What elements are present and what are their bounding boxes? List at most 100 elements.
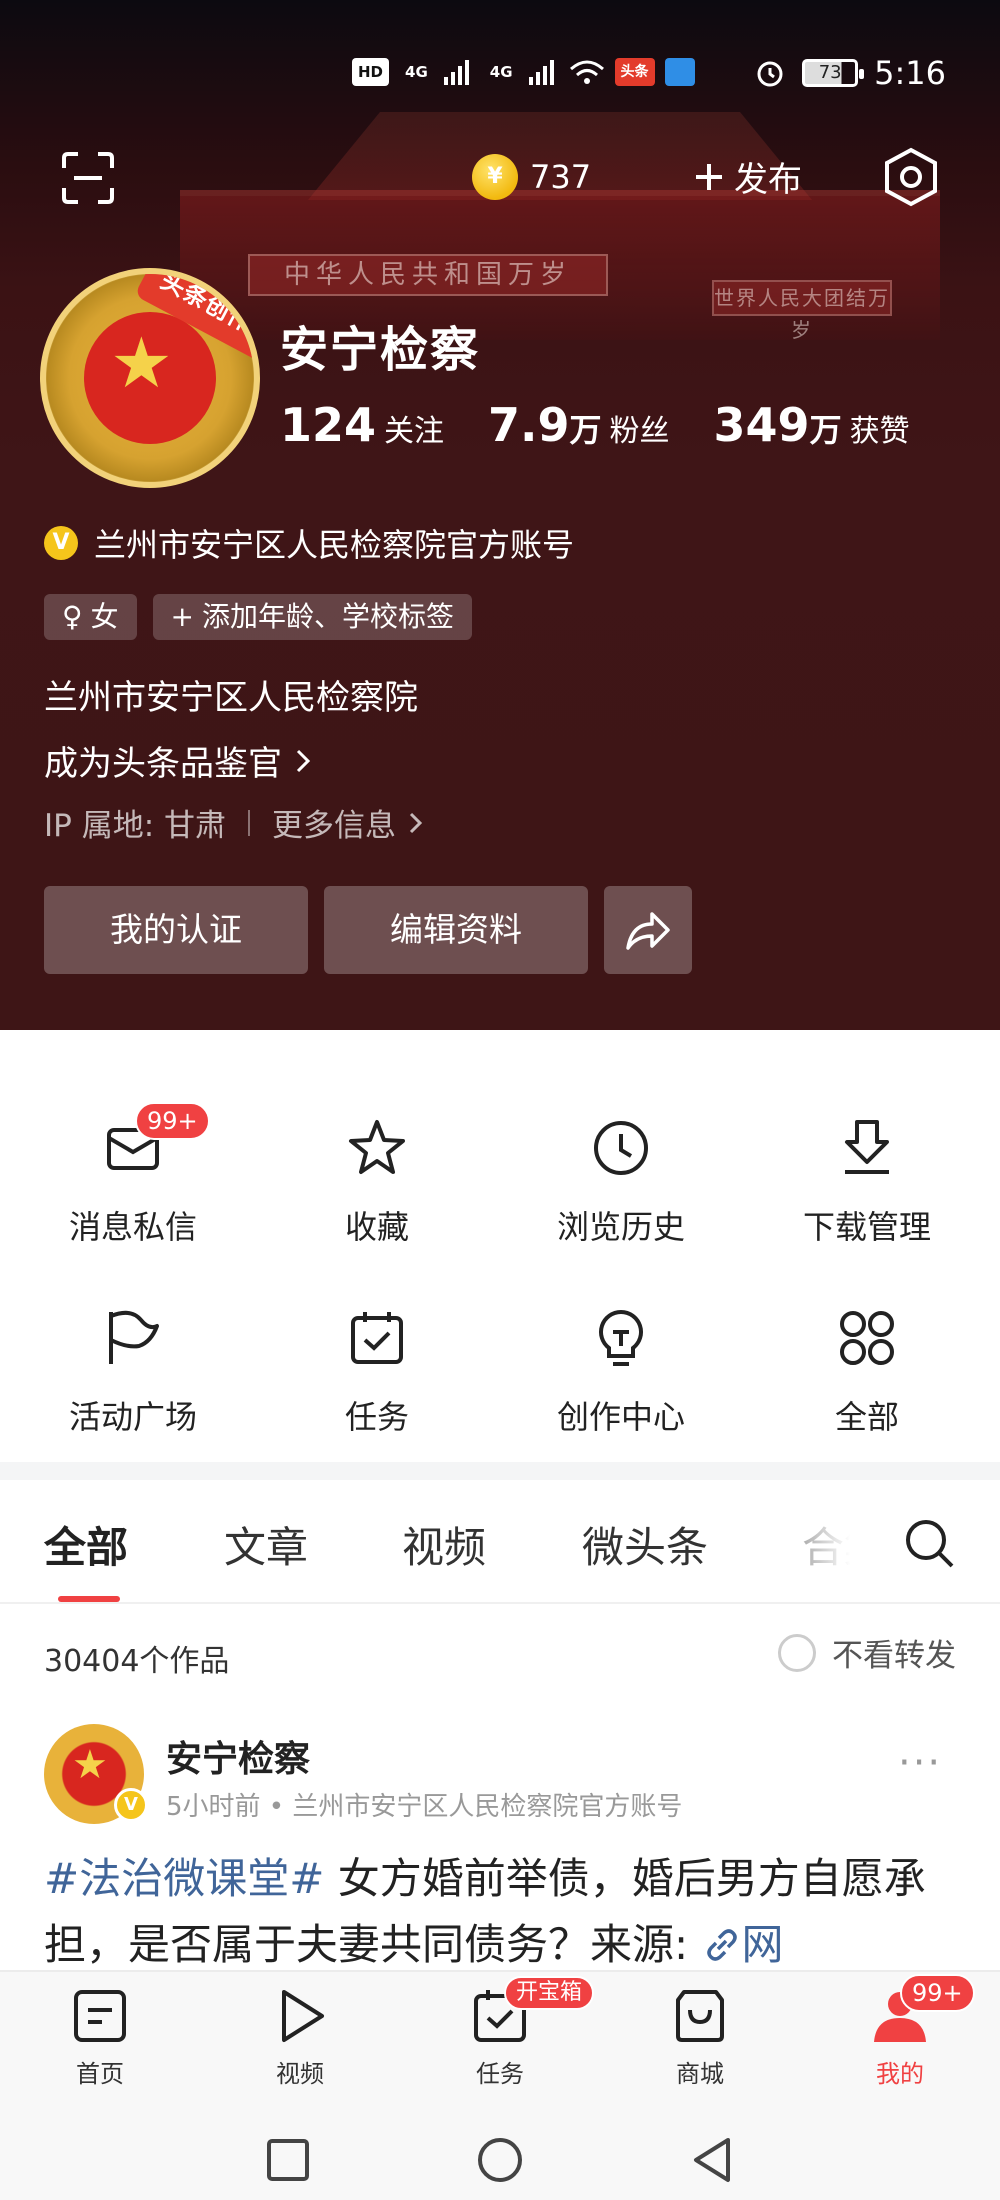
post-meta: 5小时前 • 兰州市安宁区人民检察院官方账号 [166,1792,683,1822]
grid-label: 收藏 [344,1208,409,1246]
radio-button[interactable] [778,1633,816,1672]
nav-video[interactable]: 视频 [200,1986,400,2089]
post-author-name[interactable]: 安宁检察 [166,1730,310,1782]
post-link[interactable]: 网 [702,1920,784,1969]
profile-header: 中华人民共和国万岁 世界人民大团结万岁 HD 4G 4G 头条 73 5:16 … [0,0,1000,1030]
background-banner-left: 中华人民共和国万岁 [248,254,608,296]
calendar-check-icon [351,1312,403,1364]
alarm-icon [757,61,783,87]
grid-label: 任务 [344,1398,409,1436]
more-info-link[interactable]: 更多信息 [272,800,424,845]
quick-access-grid: 99+ 消息私信 收藏 浏览历史 下载管理 活动广场 任务 创作中心 全部 [0,1030,1000,1462]
works-count: 30404个作品 [44,1644,230,1679]
weather-app-icon [664,58,695,86]
ip-location-line: IP 属地: 甘肃 更多信息 [44,800,424,845]
my-certification-button[interactable]: 我的认证 [44,886,308,974]
play-icon [282,1990,324,2042]
post-author-avatar[interactable]: ★ V [44,1724,148,1824]
chevron-right-icon [296,749,311,772]
nav-tasks[interactable]: 开宝箱 任务 [400,1976,600,2089]
profile-badge: 99+ [900,1974,975,2012]
profile-tags: ♀ 女 + 添加年龄、学校标签 [44,594,473,640]
nav-label: 商城 [676,2060,724,2088]
gender-tag[interactable]: ♀ 女 [44,594,137,640]
scan-icon[interactable] [60,150,116,206]
verified-badge-icon: V [44,526,78,560]
star-icon [349,1120,405,1174]
signal-icon [528,60,554,85]
link-icon [706,1929,737,1961]
grid-item-activities[interactable]: 活动广场 [8,1306,258,1438]
treasure-badge: 开宝箱 [504,1976,595,2010]
nav-label: 首页 [76,2060,124,2088]
more-info-label: 更多信息 [272,808,396,844]
tab-micro-posts[interactable]: 微头条 [582,1514,708,1575]
background-banner-right: 世界人民大团结万岁 [712,280,892,342]
network-4g-2: 4G [489,63,513,81]
grid-item-favorites[interactable]: 收藏 [252,1116,502,1248]
back-icon[interactable] [690,2136,734,2184]
profile-actions: 我的认证 编辑资料 [44,886,692,974]
download-icon [845,1120,889,1174]
critic-link-label: 成为头条品鉴官 [44,744,282,784]
section-divider [0,1462,1000,1480]
grid-item-history[interactable]: 浏览历史 [496,1116,746,1248]
emblem-star-icon: ★ [72,1742,108,1788]
grid-item-downloads[interactable]: 下载管理 [742,1116,992,1248]
stat-followers[interactable]: 7.9万 粉丝 [488,398,670,452]
plus-icon [696,163,722,190]
nav-label: 任务 [476,2060,524,2088]
grid-label: 浏览历史 [556,1208,685,1246]
nav-mall[interactable]: 商城 [600,1986,800,2089]
publish-label: 发布 [734,160,802,200]
add-tags-button[interactable]: + 添加年龄、学校标签 [152,594,473,640]
edit-profile-button[interactable]: 编辑资料 [324,886,588,974]
tab-articles[interactable]: 文章 [224,1514,308,1575]
tab-all[interactable]: 全部 [44,1514,128,1575]
publish-button[interactable]: 发布 [694,152,802,201]
stat-likes[interactable]: 349万 获赞 [714,398,910,452]
grid-icon [840,1311,894,1365]
coin-count: 737 [530,158,592,196]
stat-number: 349 [713,398,810,452]
more-options-icon[interactable]: ··· [898,1740,942,1786]
tag-label: 女 [90,600,119,633]
recent-apps-icon[interactable] [266,2138,310,2182]
grid-item-creator-center[interactable]: 创作中心 [496,1306,746,1438]
share-button[interactable] [604,886,692,974]
flag-icon [109,1310,159,1364]
bag-icon [676,1990,724,2042]
stat-number: 7.9 [488,398,570,452]
wifi-icon [569,60,604,84]
search-icon[interactable] [902,1516,956,1570]
nav-home[interactable]: 首页 [0,1986,200,2089]
become-critic-link[interactable]: 成为头条品鉴官 [44,736,312,785]
settings-icon[interactable] [880,146,942,208]
grid-label: 活动广场 [68,1398,197,1436]
signal-icon [443,60,469,85]
grid-item-tasks[interactable]: 任务 [252,1306,502,1438]
post-topic-link[interactable]: #法治微课堂# [44,1854,324,1903]
stat-label: 关注 [384,414,445,449]
tab-videos[interactable]: 视频 [402,1514,486,1575]
system-navigation-bar [0,2100,1000,2200]
status-bar: HD 4G 4G 头条 73 5:16 [0,40,1000,106]
stat-number: 124 [280,398,377,452]
separator [248,809,250,836]
hide-reposts-toggle[interactable]: 不看转发 [778,1630,956,1675]
hide-reposts-label: 不看转发 [832,1638,956,1674]
home-icon [74,1990,126,2042]
coin-balance[interactable]: ¥ 737 [472,154,591,200]
bottom-navigation: 首页 视频 开宝箱 任务 商城 99+ 我的 [0,1970,1000,2100]
home-circle-icon[interactable] [476,2136,524,2184]
stat-following[interactable]: 124 关注 [280,398,444,452]
stat-unit: 万 [809,411,842,449]
grid-label: 全部 [834,1398,899,1436]
verification-line: V 兰州市安宁区人民检察院官方账号 [44,520,574,566]
post-content[interactable]: #法治微课堂# 女方婚前举债，婚后男方自愿承担，是否属于夫妻共同债务？来源: 网 [44,1846,964,1978]
grid-item-all[interactable]: 全部 [742,1306,992,1438]
grid-item-messages[interactable]: 99+ 消息私信 [8,1102,258,1248]
avatar[interactable]: ★ 头条创作者 [40,268,260,488]
nav-profile[interactable]: 99+ 我的 [800,1974,1000,2089]
profile-bio: 兰州市安宁区人民检察院 [44,678,418,718]
